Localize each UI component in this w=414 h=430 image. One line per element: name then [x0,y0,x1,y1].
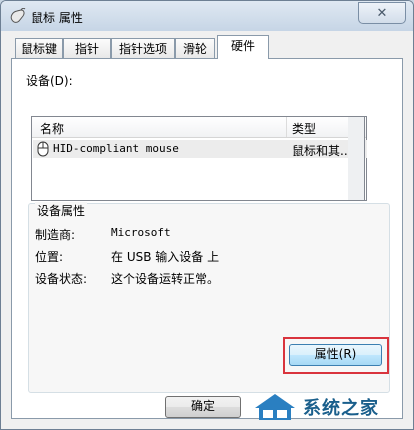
watermark-text: 系统之家 [303,398,379,419]
manufacturer-label: 制造商: [35,228,76,242]
title-bar: 鼠标 属性 ✕ [1,1,413,31]
tab-pointer-options[interactable]: 指针选项 [111,38,175,58]
tab-buttons[interactable]: 鼠标键 [15,38,63,58]
device-row[interactable]: HID-compliant mouse 鼠标和其... [33,140,367,158]
window-title: 鼠标 属性 [31,11,83,25]
properties-button-label: 属性(R) [314,347,357,361]
devices-scrollbar[interactable] [348,116,365,201]
devices-list[interactable]: 名称 类型 HID-compliant mouse 鼠标和其... [31,116,367,201]
house-logo-icon [255,394,295,420]
location-label: 位置: [35,250,64,264]
device-name: HID-compliant mouse [53,142,179,155]
location-value: 在 USB 输入设备 上 [111,250,220,264]
tab-hardware[interactable]: 硬件 [217,35,269,59]
column-divider [286,117,287,137]
tab-label: 指针选项 [118,42,167,56]
ok-button[interactable]: 确定 [165,396,241,418]
devices-label: 设备(D): [26,74,73,88]
column-header-name[interactable]: 名称 [40,120,64,137]
list-header: 名称 类型 [32,117,366,138]
mouse-device-icon [37,141,49,157]
manufacturer-value: Microsoft [111,226,171,239]
dialog-body: 鼠标键 指针 指针选项 滑轮 硬件 设备(D): 名称 类型 HID-compl… [7,31,407,423]
mouse-properties-window: 鼠标 属性 ✕ 鼠标键 指针 指针选项 滑轮 硬件 设备(D): 名称 类型 H… [0,0,414,430]
properties-button[interactable]: 属性(R) [289,344,382,366]
tab-label: 滑轮 [182,42,207,56]
close-button[interactable]: ✕ [358,2,406,24]
tab-label: 指针 [74,42,99,56]
device-type: 鼠标和其... [292,144,352,158]
tab-label: 鼠标键 [20,42,57,56]
tab-label: 硬件 [230,39,255,53]
status-value: 这个设备运转正常。 [111,272,220,286]
status-label: 设备状态: [35,272,88,286]
watermark-logo: 系统之家 [253,387,413,427]
mouse-icon [10,8,26,23]
close-icon: ✕ [376,5,388,21]
group-title: 设备属性 [35,202,88,219]
tab-pointers[interactable]: 指针 [63,38,111,58]
ok-button-label: 确定 [190,399,215,413]
tab-wheel[interactable]: 滑轮 [175,38,215,58]
column-header-type[interactable]: 类型 [292,120,316,137]
